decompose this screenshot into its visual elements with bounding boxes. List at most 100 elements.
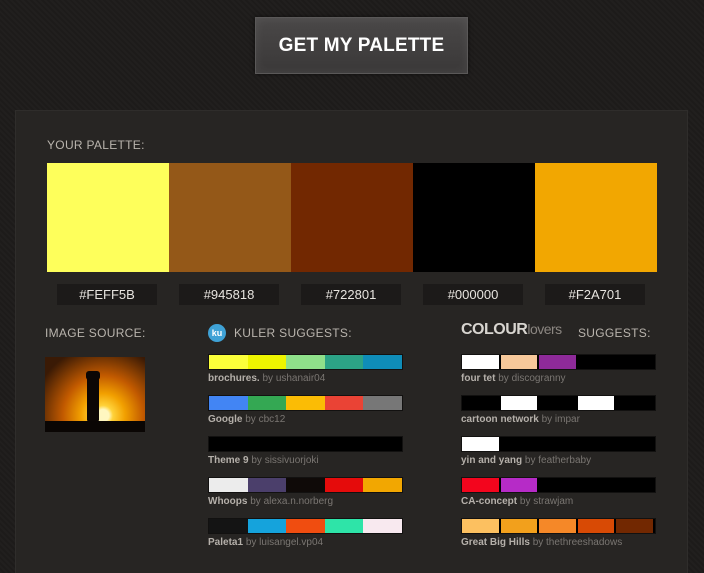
suggestion-author[interactable]: ushanair04: [276, 373, 325, 384]
suggestion-color-chip: [539, 396, 576, 410]
suggestion-color-chip: [363, 355, 402, 369]
hex-label-4[interactable]: #000000: [423, 284, 523, 305]
suggestion-color-chip: [286, 478, 325, 492]
suggestion-name[interactable]: cartoon network: [461, 414, 539, 425]
colourlovers-suggestion[interactable]: four tet by discogranny: [461, 354, 656, 384]
hex-label-3[interactable]: #722801: [301, 284, 401, 305]
suggestion-color-bar[interactable]: [461, 395, 656, 411]
suggestion-color-bar[interactable]: [208, 518, 403, 534]
suggestion-author[interactable]: thethreeshadows: [546, 537, 622, 548]
suggestion-by: by: [245, 537, 257, 548]
suggestion-author[interactable]: discogranny: [512, 373, 566, 384]
suggestion-color-chip: [500, 437, 538, 451]
suggestion-color-chip: [286, 437, 325, 451]
suggestion-color-bar[interactable]: [461, 477, 656, 493]
suggestion-name[interactable]: Google: [208, 414, 242, 425]
suggestion-author[interactable]: featherbaby: [538, 455, 591, 466]
suggestion-name[interactable]: four tet: [461, 373, 495, 384]
colourlovers-suggestion[interactable]: Great Big Hills by thethreeshadows: [461, 518, 656, 548]
colourlovers-suggestion[interactable]: cartoon network by impar: [461, 395, 656, 425]
hex-label-1[interactable]: #FEFF5B: [57, 284, 157, 305]
statue-silhouette: [86, 371, 100, 421]
suggestion-by: by: [524, 455, 536, 466]
suggestion-color-chip: [363, 478, 402, 492]
suggestion-color-chip: [577, 437, 615, 451]
suggestion-color-chip: [500, 519, 538, 533]
suggestion-color-chip: [286, 355, 325, 369]
suggestion-color-chip: [286, 519, 325, 533]
suggestion-color-chip: [500, 396, 538, 410]
suggestion-color-chip: [209, 437, 248, 451]
suggestion-color-bar[interactable]: [461, 354, 656, 370]
suggestion-color-bar[interactable]: [461, 518, 656, 534]
colourlovers-suggestion[interactable]: CA-concept by strawjam: [461, 477, 656, 507]
palette-swatch-5[interactable]: [535, 163, 657, 272]
suggestion-color-bar[interactable]: [208, 354, 403, 370]
suggestion-color-chip: [577, 396, 615, 410]
suggestion-color-chip: [462, 437, 499, 451]
suggestion-color-chip: [247, 355, 287, 369]
suggestion-color-chip: [462, 396, 499, 410]
palette-swatch-3[interactable]: [291, 163, 413, 272]
suggestion-color-chip: [209, 396, 248, 410]
suggestion-color-chip: [324, 519, 364, 533]
kuler-logo-icon: ku: [208, 324, 226, 342]
suggestion-by: by: [498, 373, 509, 384]
get-my-palette-button[interactable]: GET MY PALETTE: [255, 17, 468, 74]
suggestion-name[interactable]: Great Big Hills: [461, 537, 530, 548]
suggestion-by: by: [519, 496, 531, 507]
suggestion-color-chip: [616, 519, 653, 533]
suggestion-author[interactable]: impar: [555, 414, 580, 425]
suggestion-author[interactable]: luisangel.vp04: [259, 537, 323, 548]
colourlovers-suggests-heading: SUGGESTS:: [578, 326, 651, 340]
source-image-thumbnail[interactable]: [45, 357, 145, 432]
suggestion-by: by: [532, 537, 544, 548]
suggestion-color-chip: [616, 437, 653, 451]
suggestion-name[interactable]: yin and yang: [461, 455, 522, 466]
colourlovers-logo-light: lovers: [527, 321, 562, 337]
suggestion-by: by: [541, 414, 553, 425]
suggestion-name[interactable]: brochures.: [208, 373, 260, 384]
suggestion-color-chip: [363, 396, 402, 410]
suggestion-color-chip: [209, 478, 248, 492]
kuler-suggestion[interactable]: brochures. by ushanair04: [208, 354, 403, 384]
suggestion-color-bar[interactable]: [208, 477, 403, 493]
kuler-suggestion[interactable]: Whoops by alexa.n.norberg: [208, 477, 403, 507]
kuler-suggests-heading: KULER SUGGESTS:: [234, 326, 352, 340]
suggestion-name[interactable]: CA-concept: [461, 496, 517, 507]
palette-swatch-1[interactable]: [47, 163, 169, 272]
colourlovers-suggestion[interactable]: yin and yang by featherbaby: [461, 436, 656, 466]
suggestion-name[interactable]: Theme 9: [208, 455, 249, 466]
suggestion-color-bar[interactable]: [461, 436, 656, 452]
suggestion-author[interactable]: sissivuorjoki: [265, 455, 319, 466]
suggestion-color-chip: [324, 478, 364, 492]
suggestion-color-chip: [209, 519, 248, 533]
kuler-suggestion[interactable]: Theme 9 by sissivuorjoki: [208, 436, 403, 466]
suggestion-color-chip: [616, 355, 653, 369]
kuler-suggestion[interactable]: Google by cbc12: [208, 395, 403, 425]
suggestion-color-chip: [363, 519, 402, 533]
suggestion-color-chip: [462, 478, 499, 492]
suggestion-color-bar[interactable]: [208, 436, 403, 452]
palette-swatch-2[interactable]: [169, 163, 291, 272]
suggestion-author[interactable]: strawjam: [533, 496, 573, 507]
suggestion-color-chip: [247, 519, 287, 533]
kuler-suggestion[interactable]: Paleta1 by luisangel.vp04: [208, 518, 403, 548]
suggestion-by: by: [262, 373, 274, 384]
hex-label-2[interactable]: #945818: [179, 284, 279, 305]
suggestion-color-chip: [324, 437, 364, 451]
suggestion-by: by: [250, 496, 261, 507]
suggestion-color-chip: [616, 478, 653, 492]
image-source-heading: IMAGE SOURCE:: [45, 326, 146, 340]
suggestion-color-bar[interactable]: [208, 395, 403, 411]
colourlovers-logo-bold: COLOUR: [461, 321, 528, 338]
suggestion-author[interactable]: cbc12: [259, 414, 286, 425]
suggestion-author[interactable]: alexa.n.norberg: [264, 496, 334, 507]
suggestion-name[interactable]: Paleta1: [208, 537, 243, 548]
hex-label-5[interactable]: #F2A701: [545, 284, 645, 305]
suggestion-color-chip: [462, 519, 499, 533]
palette-swatch-4[interactable]: [413, 163, 535, 272]
suggestion-name[interactable]: Whoops: [208, 496, 247, 507]
suggestion-color-chip: [577, 478, 615, 492]
suggestion-color-chip: [500, 478, 538, 492]
